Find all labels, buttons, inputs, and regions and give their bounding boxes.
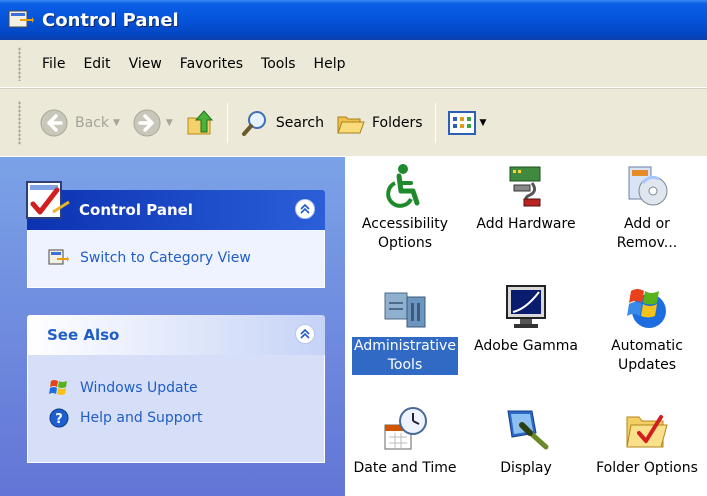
item-label: Add Hardware	[476, 216, 576, 232]
collapse-chevron-icon[interactable]	[295, 324, 315, 344]
window-title: Control Panel	[42, 9, 179, 31]
back-button[interactable]: Back ▼	[33, 102, 126, 144]
control-panel-box-title: Control Panel	[79, 201, 193, 219]
folders-label: Folders	[371, 114, 423, 131]
toolbar-grip[interactable]	[18, 100, 21, 145]
see-also-title: See Also	[47, 326, 120, 344]
administrative-tools-icon	[384, 292, 426, 328]
up-folder-icon	[187, 109, 213, 134]
item-label: Display	[500, 460, 552, 476]
search-label: Search	[275, 114, 324, 131]
display-icon	[507, 410, 549, 450]
adobe-gamma-icon	[506, 285, 546, 328]
task-pane: Control Panel Switch to Category View Se…	[0, 157, 345, 496]
windows-update-link[interactable]: Windows Update	[28, 373, 324, 403]
control-panel-box-body: Switch to Category View	[27, 230, 325, 288]
see-also-box-header[interactable]: See Also	[27, 315, 325, 355]
folder-options-icon	[626, 415, 668, 448]
windows-logo-icon	[49, 380, 67, 395]
item-label: Automatic Updates	[611, 338, 683, 373]
item-label: Date and Time	[353, 460, 457, 476]
help-support-link[interactable]: ? Help and Support	[28, 403, 324, 433]
menu-favorites[interactable]: Favorites	[171, 53, 252, 75]
item-label: Adobe Gamma	[473, 338, 578, 354]
toolbar: Back ▼ ▼ Search Folders ▼	[0, 88, 707, 156]
menu-tools[interactable]: Tools	[252, 53, 305, 75]
menu-view[interactable]: View	[120, 53, 171, 75]
item-accessibility-options[interactable]: Accessibility Options	[346, 161, 464, 253]
menu-help[interactable]: Help	[305, 53, 355, 75]
search-button[interactable]: Search	[234, 102, 330, 144]
accessibility-icon	[386, 164, 420, 208]
item-label: Folder Options	[596, 460, 698, 476]
date-time-icon	[384, 407, 427, 450]
item-display[interactable]: Display	[467, 405, 585, 478]
help-support-label: Help and Support	[80, 410, 203, 426]
add-hardware-icon	[509, 166, 541, 207]
control-panel-items: Accessibility Options Add Hardware Add or…	[346, 157, 707, 496]
toolbar-separator	[226, 102, 228, 143]
forward-dropdown-icon[interactable]: ▼	[166, 118, 173, 128]
item-label: Add or Remov...	[616, 216, 678, 251]
automatic-updates-icon	[627, 289, 666, 328]
control-panel-icon	[8, 10, 34, 28]
search-icon	[241, 110, 266, 136]
title-bar[interactable]: Control Panel	[0, 0, 707, 40]
views-dropdown-icon[interactable]: ▼	[480, 118, 487, 128]
back-dropdown-icon[interactable]: ▼	[113, 118, 120, 128]
see-also-box-body: Windows Update ? Help and Support	[27, 355, 325, 463]
switch-category-view-link[interactable]: Switch to Category View	[28, 230, 324, 286]
menu-file[interactable]: File	[33, 53, 74, 75]
item-label: Administrative Tools	[352, 337, 458, 375]
switch-category-view-label: Switch to Category View	[80, 250, 251, 266]
switch-view-icon	[48, 249, 69, 265]
up-button[interactable]	[179, 102, 221, 144]
menu-bar: File Edit View Favorites Tools Help	[0, 40, 707, 88]
toolbar-separator-2	[434, 102, 436, 143]
see-also-box: See Also Windows Update ? Help and Suppo…	[27, 315, 325, 463]
menu-edit[interactable]: Edit	[74, 53, 119, 75]
item-label: Accessibility Options	[361, 216, 449, 251]
help-icon: ?	[49, 408, 69, 428]
item-folder-options[interactable]: Folder Options	[588, 405, 706, 478]
folders-icon	[337, 116, 365, 133]
menu-grip[interactable]	[18, 46, 21, 81]
folders-button[interactable]: Folders	[330, 102, 429, 144]
item-add-hardware[interactable]: Add Hardware	[467, 161, 585, 234]
item-add-remove-programs[interactable]: Add or Remov...	[588, 161, 706, 253]
add-remove-programs-icon	[628, 166, 668, 206]
item-automatic-updates[interactable]: Automatic Updates	[588, 283, 706, 375]
forward-arrow-icon	[133, 109, 161, 136]
windows-update-label: Windows Update	[80, 380, 198, 396]
item-date-and-time[interactable]: Date and Time	[346, 405, 464, 478]
forward-button[interactable]: ▼	[126, 102, 179, 144]
item-adobe-gamma[interactable]: Adobe Gamma	[467, 283, 585, 356]
views-icon	[447, 110, 476, 135]
svg-text:?: ?	[55, 412, 63, 427]
back-label: Back	[75, 114, 109, 131]
control-panel-box: Control Panel Switch to Category View	[26, 181, 325, 288]
control-panel-large-icon	[26, 181, 70, 219]
back-arrow-icon	[40, 109, 68, 136]
views-button[interactable]: ▼	[442, 102, 493, 144]
control-panel-box-header[interactable]: Control Panel	[26, 181, 325, 230]
collapse-chevron-icon[interactable]	[295, 199, 315, 219]
item-administrative-tools[interactable]: Administrative Tools	[346, 283, 464, 375]
